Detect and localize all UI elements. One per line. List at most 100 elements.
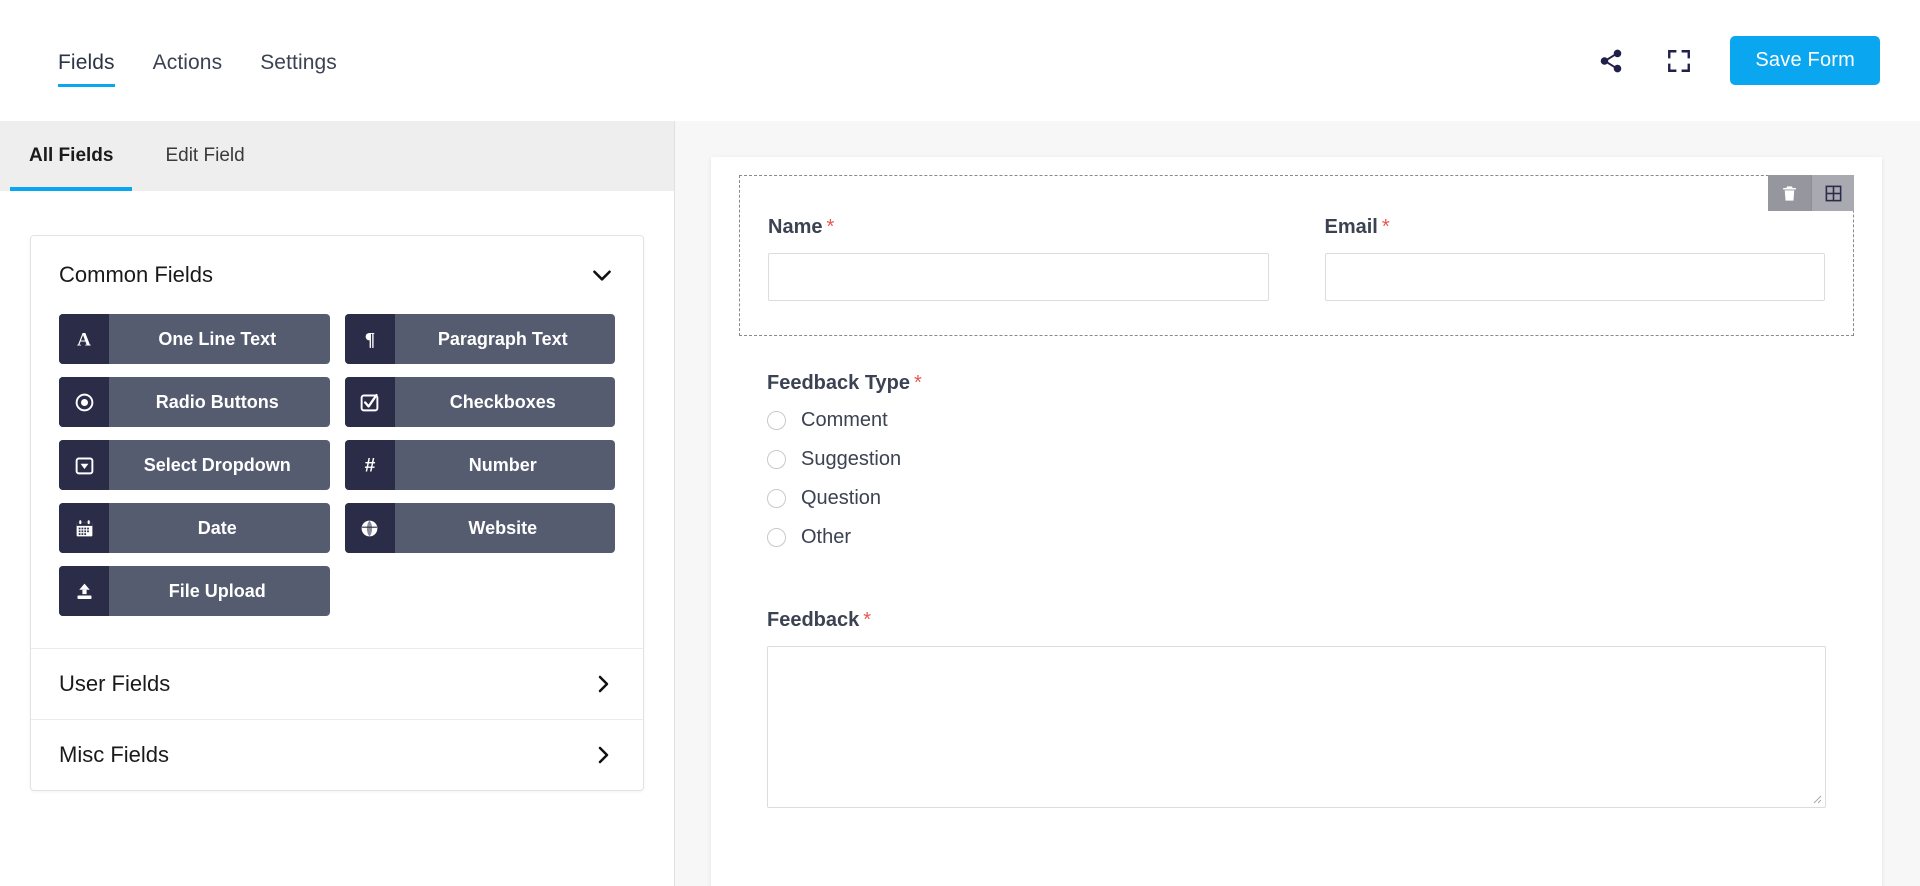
- sidebar-subtab-bar: All Fields Edit Field: [0, 121, 674, 191]
- form-canvas: Name * Email * Feedback Type * Comment S…: [675, 121, 1920, 886]
- grid-icon[interactable]: [1811, 175, 1854, 211]
- sidebar: All Fields Edit Field Common Fields A On…: [0, 121, 675, 886]
- required-asterisk: *: [863, 609, 872, 631]
- radio-option-label: Other: [801, 526, 852, 548]
- sidebar-group-user-fields[interactable]: User Fields: [31, 648, 643, 719]
- radio-option-label: Comment: [801, 409, 888, 431]
- field-button-one-line-text[interactable]: A One Line Text: [59, 314, 330, 364]
- email-input[interactable]: [1324, 253, 1825, 301]
- body-wrapper: All Fields Edit Field Common Fields A On…: [0, 121, 1920, 886]
- save-form-button[interactable]: Save Form: [1730, 36, 1880, 85]
- field-label-text: Email: [1324, 216, 1378, 238]
- subtab-edit-field-label: Edit Field: [165, 145, 245, 166]
- field-button-label: One Line Text: [158, 328, 277, 349]
- field-button-paragraph-text[interactable]: ¶ Paragraph Text: [344, 314, 615, 364]
- globe-icon: [344, 503, 395, 553]
- field-button-number[interactable]: # Number: [344, 440, 615, 490]
- tab-actions-label: Actions: [152, 51, 223, 74]
- radio-circle-icon: [767, 411, 786, 430]
- radio-option-question[interactable]: Question: [767, 487, 1826, 510]
- letter-a-icon: A: [59, 314, 109, 364]
- field-button-label: Select Dropdown: [143, 454, 291, 475]
- upload-icon: [59, 566, 109, 616]
- radio-option-label: Question: [801, 487, 882, 509]
- radio-group-feedback-type: Comment Suggestion Question Other: [767, 409, 1826, 549]
- checkbox-icon: [344, 377, 395, 427]
- radio-option-label: Suggestion: [801, 448, 902, 470]
- calendar-icon: [59, 503, 109, 553]
- hash-icon: #: [344, 440, 395, 490]
- fullscreen-icon[interactable]: [1662, 44, 1696, 78]
- form-field-email: Email *: [1297, 216, 1854, 301]
- field-label-text: Feedback Type: [767, 372, 911, 394]
- radio-option-other[interactable]: Other: [767, 526, 1826, 549]
- row-toolbar: [1768, 175, 1854, 211]
- tab-settings-label: Settings: [260, 51, 337, 74]
- tab-fields-label: Fields: [58, 51, 115, 74]
- radio-circle-icon: [767, 489, 786, 508]
- required-asterisk: *: [1381, 216, 1390, 238]
- field-button-label: Radio Buttons: [155, 391, 279, 412]
- svg-text:A: A: [77, 329, 91, 350]
- tab-actions[interactable]: Actions: [153, 51, 223, 87]
- chevron-down-icon[interactable]: [589, 262, 615, 288]
- field-button-file-upload[interactable]: File Upload: [59, 566, 330, 616]
- form-field-feedback: Feedback *: [739, 565, 1854, 808]
- form-field-feedback-type: Feedback Type * Comment Suggestion Questi…: [739, 336, 1854, 549]
- field-button-label: File Upload: [168, 580, 266, 601]
- field-label-feedback-type: Feedback Type *: [767, 372, 1826, 395]
- sidebar-group-label: Misc Fields: [59, 742, 170, 767]
- field-button-website[interactable]: Website: [344, 503, 615, 553]
- top-bar: Fields Actions Settings Save Form: [0, 0, 1920, 121]
- chevron-right-icon: [591, 672, 615, 696]
- field-label-feedback: Feedback *: [767, 609, 1826, 632]
- form-card: Name * Email * Feedback Type * Comment S…: [711, 157, 1882, 886]
- field-button-label: Website: [468, 517, 538, 538]
- field-button-label: Checkboxes: [449, 391, 556, 412]
- radio-circle-icon: [767, 450, 786, 469]
- radio-circle-icon: [59, 377, 109, 427]
- common-fields-header[interactable]: Common Fields: [31, 236, 643, 310]
- field-label-text: Name: [768, 216, 823, 238]
- field-button-label: Paragraph Text: [437, 328, 568, 349]
- subtab-all-fields-label: All Fields: [29, 145, 114, 166]
- field-label-name: Name *: [768, 216, 1269, 239]
- field-button-radio-buttons[interactable]: Radio Buttons: [59, 377, 330, 427]
- svg-text:#: #: [364, 455, 375, 476]
- fields-panel: Common Fields A One Line Text ¶ Paragrap…: [30, 235, 644, 791]
- field-button-checkboxes[interactable]: Checkboxes: [344, 377, 615, 427]
- row-columns: Name * Email *: [740, 216, 1853, 301]
- field-button-date[interactable]: Date: [59, 503, 330, 553]
- pilcrow-icon: ¶: [344, 314, 395, 364]
- radio-option-suggestion[interactable]: Suggestion: [767, 448, 1826, 471]
- svg-text:¶: ¶: [364, 329, 374, 350]
- radio-option-comment[interactable]: Comment: [767, 409, 1826, 432]
- feedback-textarea[interactable]: [767, 646, 1826, 808]
- main-tab-bar: Fields Actions Settings: [58, 0, 337, 121]
- tab-settings[interactable]: Settings: [260, 51, 337, 87]
- required-asterisk: *: [826, 216, 835, 238]
- name-input[interactable]: [768, 253, 1269, 301]
- common-fields-title: Common Fields: [59, 262, 214, 287]
- field-label-email: Email *: [1325, 216, 1826, 239]
- field-button-label: Number: [468, 454, 537, 475]
- form-row-selected[interactable]: Name * Email *: [739, 175, 1854, 336]
- trash-icon[interactable]: [1768, 175, 1811, 211]
- field-label-text: Feedback: [767, 609, 860, 631]
- sidebar-group-misc-fields[interactable]: Misc Fields: [31, 719, 643, 790]
- radio-circle-icon: [767, 528, 786, 547]
- field-button-select-dropdown[interactable]: Select Dropdown: [59, 440, 330, 490]
- feedback-textarea-wrapper: [767, 646, 1826, 808]
- required-asterisk: *: [914, 372, 922, 394]
- sidebar-group-label: User Fields: [59, 671, 171, 696]
- common-fields-list: A One Line Text ¶ Paragraph Text Radio B…: [31, 310, 643, 648]
- subtab-edit-field[interactable]: Edit Field: [158, 121, 251, 191]
- share-icon[interactable]: [1594, 44, 1628, 78]
- top-bar-actions: Save Form: [1594, 36, 1880, 85]
- dropdown-icon: [59, 440, 109, 490]
- tab-fields[interactable]: Fields: [58, 51, 115, 87]
- chevron-right-icon: [591, 743, 615, 767]
- subtab-all-fields[interactable]: All Fields: [9, 121, 133, 191]
- form-field-name: Name *: [740, 216, 1297, 301]
- field-button-label: Date: [197, 517, 237, 538]
